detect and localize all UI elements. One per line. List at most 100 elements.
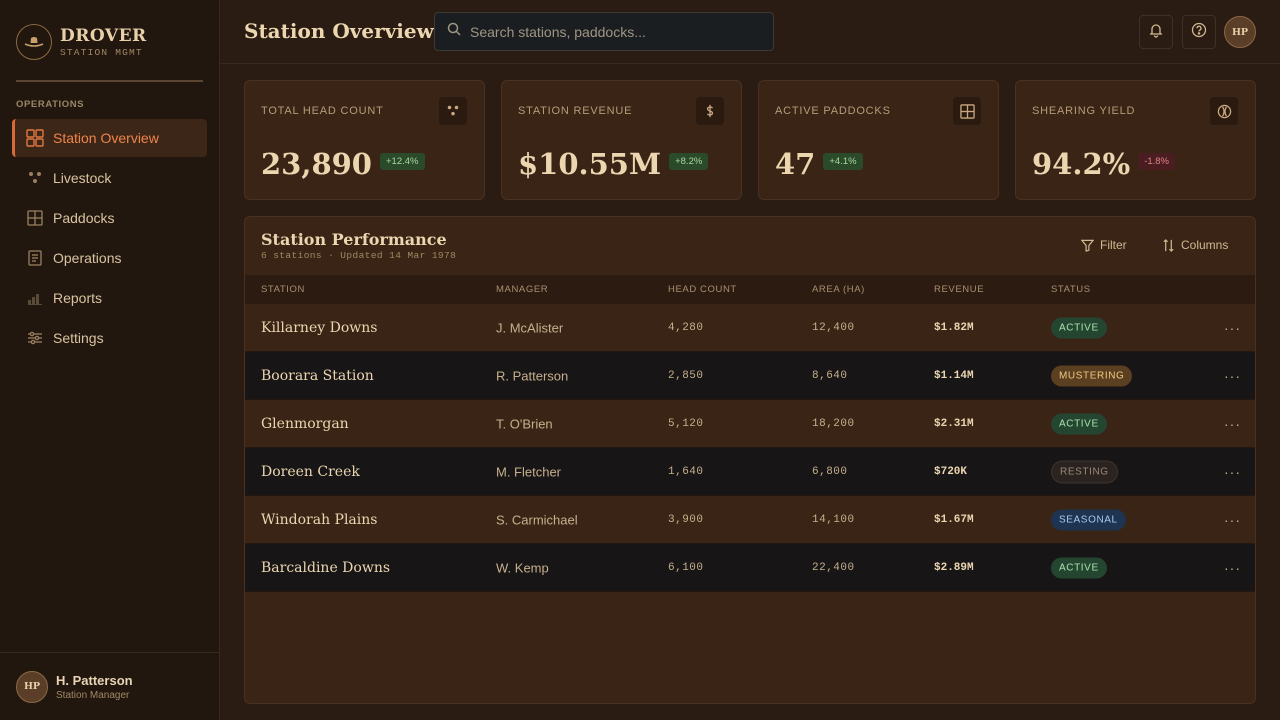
search-box[interactable] (434, 12, 774, 51)
sidebar-nav: Station Overview Livestock Paddocks Oper… (12, 119, 207, 359)
filter-button[interactable]: Filter (1081, 238, 1127, 252)
station-name: Killarney Downs (261, 319, 378, 336)
table-row[interactable]: Doreen Creek M. Fletcher 1,640 6,800 $72… (245, 448, 1255, 496)
notifications-button[interactable] (1139, 15, 1173, 49)
column-header-manager[interactable]: MANAGER (496, 284, 548, 295)
table-row[interactable]: Boorara Station R. Patterson 2,850 8,640… (245, 352, 1255, 400)
table-row[interactable]: Killarney Downs J. McAlister 4,280 12,40… (245, 304, 1255, 352)
sidebar-item-operations[interactable]: Operations (12, 239, 207, 277)
station-name: Barcaldine Downs (261, 559, 391, 576)
column-header-station[interactable]: STATION (261, 284, 305, 295)
status-cell: SEASONAL (1051, 509, 1126, 530)
page-title: Station Overview (244, 19, 434, 43)
user-profile[interactable]: HP H. Patterson Station Manager (0, 652, 219, 720)
head-count: 5,120 (668, 417, 704, 430)
status-badge: ACTIVE (1051, 557, 1107, 578)
table-header: STATION MANAGER HEAD COUNT AREA (HA) REV… (245, 275, 1255, 304)
station-name: Glenmorgan (261, 415, 349, 432)
status-cell: ACTIVE (1051, 413, 1107, 434)
station-performance-panel: Station Performance 6 stations · Updated… (244, 216, 1256, 704)
manager-name: T. O'Brien (496, 416, 553, 431)
status-cell: MUSTERING (1051, 365, 1133, 386)
column-header-area[interactable]: AREA (HA) (812, 284, 865, 295)
sidebar-item-paddocks[interactable]: Paddocks (12, 199, 207, 237)
bell-icon (1148, 22, 1164, 43)
search-input[interactable] (470, 23, 760, 40)
topbar: Station Overview HP (220, 0, 1280, 64)
avatar: HP (16, 670, 48, 703)
table-row[interactable]: Glenmorgan T. O'Brien 5,120 18,200 $2.31… (245, 400, 1255, 448)
sidebar-item-label: Paddocks (53, 210, 115, 226)
nav-section-label: OPERATIONS (16, 99, 85, 110)
avatar[interactable]: HP (1224, 16, 1256, 48)
status-badge: RESTING (1051, 460, 1118, 483)
revenue: $1.67M (934, 513, 974, 526)
sidebar-item-reports[interactable]: Reports (12, 279, 207, 317)
head-count: 1,640 (668, 465, 704, 478)
row-more-button[interactable]: ··· (1224, 368, 1241, 384)
head-count: 4,280 (668, 321, 704, 334)
row-more-button[interactable]: ··· (1224, 416, 1241, 432)
stat-label: ACTIVE PADDOCKS (775, 105, 891, 117)
wool-icon (1210, 97, 1238, 125)
table-row[interactable]: Windorah Plains S. Carmichael 3,900 14,1… (245, 496, 1255, 544)
dollar-icon (696, 97, 724, 125)
paddocks-icon (953, 97, 981, 125)
sidebar-item-label: Livestock (53, 170, 112, 186)
panel-subtitle: 6 stations · Updated 14 Mar 1978 (261, 250, 457, 261)
panel-title: Station Performance (261, 230, 447, 249)
row-more-button[interactable]: ··· (1224, 464, 1241, 480)
area: 6,800 (812, 465, 848, 478)
area: 22,400 (812, 561, 855, 574)
status-badge: ACTIVE (1051, 317, 1107, 338)
sliders-icon (26, 329, 44, 347)
help-button[interactable] (1182, 15, 1216, 49)
stat-value: 23,890 +12.4% (261, 147, 425, 181)
bar-chart-icon (26, 289, 44, 307)
stat-card-head-count: TOTAL HEAD COUNT 23,890 +12.4% (244, 80, 485, 200)
stat-delta-badge: -1.8% (1138, 152, 1176, 170)
stat-label: SHEARING YIELD (1032, 105, 1136, 117)
brand-name: DROVER (60, 26, 147, 46)
revenue: $720K (934, 465, 968, 478)
stat-card-paddocks: ACTIVE PADDOCKS 47 +4.1% (758, 80, 999, 200)
user-name: H. Patterson (56, 672, 133, 688)
stat-card-shearing-yield: SHEARING YIELD 94.2% -1.8% (1015, 80, 1256, 200)
column-header-revenue[interactable]: REVENUE (934, 284, 984, 295)
column-header-head-count[interactable]: HEAD COUNT (668, 284, 737, 295)
stat-delta-badge: +8.2% (669, 152, 709, 170)
row-more-button[interactable]: ··· (1224, 512, 1241, 528)
brand[interactable]: DROVER STATION MGMT (16, 24, 147, 60)
row-more-button[interactable]: ··· (1224, 320, 1241, 336)
sidebar-item-label: Reports (53, 290, 103, 306)
columns-button[interactable]: Columns (1162, 238, 1228, 252)
head-count: 2,850 (668, 369, 704, 382)
sidebar-item-livestock[interactable]: Livestock (12, 159, 207, 197)
status-cell: ACTIVE (1051, 317, 1107, 338)
help-icon (1191, 22, 1207, 43)
table-row[interactable]: Barcaldine Downs W. Kemp 6,100 22,400 $2… (245, 544, 1255, 592)
divider (16, 80, 203, 82)
sidebar-item-label: Station Overview (53, 130, 159, 146)
manager-name: R. Patterson (496, 368, 569, 383)
stat-label: TOTAL HEAD COUNT (261, 105, 384, 117)
manager-name: S. Carmichael (496, 512, 578, 527)
stat-value: 47 +4.1% (775, 147, 863, 181)
status-badge: ACTIVE (1051, 413, 1107, 434)
row-more-button[interactable]: ··· (1224, 560, 1241, 576)
sidebar-item-label: Settings (53, 330, 104, 346)
sidebar-item-station-overview[interactable]: Station Overview (12, 119, 207, 157)
hat-logo-icon (16, 24, 52, 60)
revenue: $1.82M (934, 321, 974, 334)
livestock-icon (26, 169, 44, 187)
revenue: $2.31M (934, 417, 974, 430)
revenue: $1.14M (934, 369, 974, 382)
sidebar-item-settings[interactable]: Settings (12, 319, 207, 357)
filter-label: Filter (1100, 238, 1127, 252)
revenue: $2.89M (934, 561, 974, 574)
columns-icon (1162, 238, 1175, 252)
status-cell: RESTING (1051, 460, 1118, 483)
manager-name: M. Fletcher (496, 464, 562, 479)
column-header-status[interactable]: STATUS (1051, 284, 1091, 295)
status-cell: ACTIVE (1051, 557, 1107, 578)
